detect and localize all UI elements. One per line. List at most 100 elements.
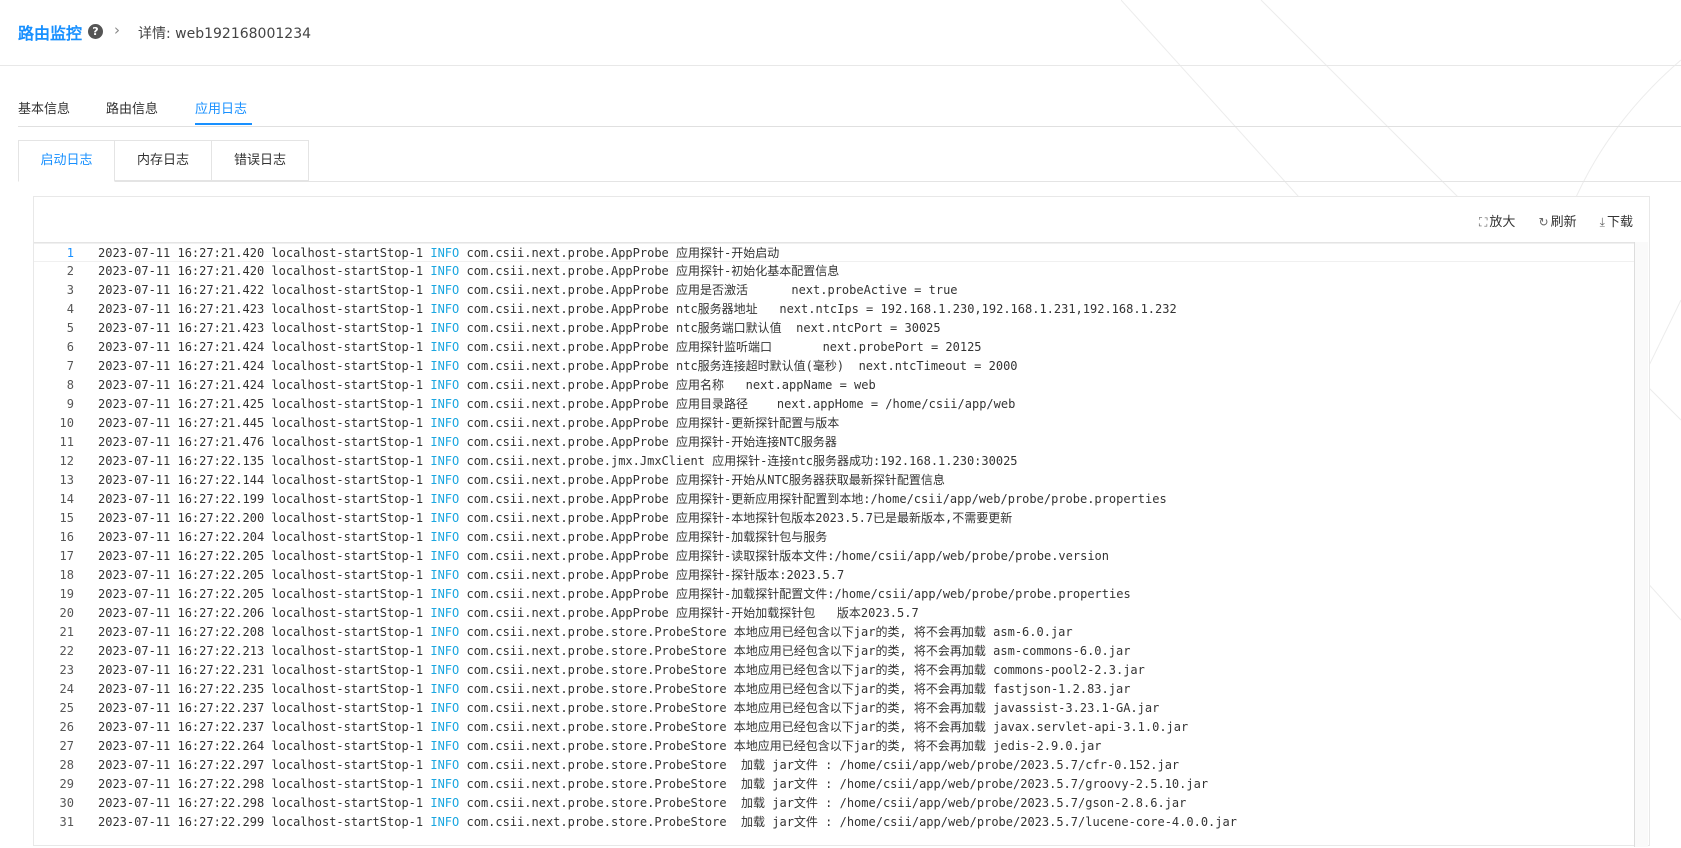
log-line: 4 2023-07-11 16:27:21.423 localhost-start… [34, 300, 1634, 319]
tab-basic-info[interactable]: 基本信息 [18, 98, 70, 117]
log-message: com.csii.next.probe.AppProbe 应用探针-初始化基本配… [459, 264, 840, 278]
log-message: com.csii.next.probe.AppProbe 应用探针-本地探针包版… [459, 511, 1013, 525]
breadcrumb-root[interactable]: 路由监控 [18, 20, 82, 44]
line-number: 4 [66, 302, 74, 316]
line-number: 2 [66, 264, 74, 278]
log-thread: localhost-startStop-1 [271, 340, 424, 354]
log-line: 26 2023-07-11 16:27:22.237 localhost-star… [34, 718, 1634, 737]
zoom-label: 放大 [1489, 215, 1516, 230]
log-level-badge: INFO [430, 246, 460, 260]
log-timestamp: 2023-07-11 16:27:22.208 [98, 625, 265, 639]
tab-route-info[interactable]: 路由信息 [106, 98, 158, 117]
download-icon: ⤓ [1599, 215, 1605, 229]
log-message: com.csii.next.probe.jmx.JmxClient 应用探针-连… [459, 454, 1018, 468]
log-thread: localhost-startStop-1 [271, 682, 424, 696]
log-thread: localhost-startStop-1 [271, 264, 424, 278]
log-message: com.csii.next.probe.AppProbe ntc服务连接超时默认… [459, 359, 1018, 373]
help-icon[interactable]: ? [88, 24, 103, 39]
log-line: 21 2023-07-11 16:27:22.208 localhost-star… [34, 623, 1634, 642]
log-text: 2023-07-11 16:27:22.213 localhost-startS… [98, 642, 1130, 661]
log-scrollbar[interactable] [1634, 242, 1648, 847]
line-number: 22 [59, 644, 74, 658]
line-number: 7 [66, 359, 74, 373]
log-timestamp: 2023-07-11 16:27:22.205 [98, 549, 265, 563]
tab-startup-log[interactable]: 启动日志 [18, 140, 115, 182]
log-line: 30 2023-07-11 16:27:22.298 localhost-star… [34, 794, 1634, 813]
log-thread: localhost-startStop-1 [271, 473, 424, 487]
log-level-badge: INFO [430, 283, 460, 297]
log-text: 2023-07-11 16:27:22.298 localhost-startS… [98, 794, 1186, 813]
log-thread: localhost-startStop-1 [271, 644, 424, 658]
log-timestamp: 2023-07-11 16:27:22.237 [98, 701, 265, 715]
line-number: 13 [59, 473, 74, 487]
log-text: 2023-07-11 16:27:21.423 localhost-startS… [98, 300, 1177, 319]
log-line: 27 2023-07-11 16:27:22.264 localhost-star… [34, 737, 1634, 756]
log-level-badge: INFO [430, 340, 460, 354]
download-button[interactable]: ⤓ 下载 [1600, 211, 1633, 230]
log-thread: localhost-startStop-1 [271, 530, 424, 544]
log-message: com.csii.next.probe.AppProbe 应用探针-读取探针版本… [459, 549, 1109, 563]
log-timestamp: 2023-07-11 16:27:22.200 [98, 511, 265, 525]
log-text: 2023-07-11 16:27:21.476 localhost-startS… [98, 433, 837, 452]
log-line: 18 2023-07-11 16:27:22.205 localhost-star… [34, 566, 1634, 585]
log-message: com.csii.next.probe.AppProbe 应用探针监听端口 ne… [459, 340, 982, 354]
line-number: 30 [59, 796, 74, 810]
log-thread: localhost-startStop-1 [271, 758, 424, 772]
log-text: 2023-07-11 16:27:22.205 localhost-startS… [98, 547, 1109, 566]
log-message: com.csii.next.probe.store.ProbeStore 本地应… [459, 663, 1145, 677]
log-message: com.csii.next.probe.AppProbe 应用探针-更新探针配置… [459, 416, 840, 430]
log-level-badge: INFO [430, 720, 460, 734]
log-level-badge: INFO [430, 473, 460, 487]
log-text: 2023-07-11 16:27:22.199 localhost-startS… [98, 490, 1167, 509]
log-text: 2023-07-11 16:27:22.231 localhost-startS… [98, 661, 1145, 680]
log-text: 2023-07-11 16:27:22.237 localhost-startS… [98, 699, 1159, 718]
log-level-badge: INFO [430, 606, 460, 620]
log-text: 2023-07-11 16:27:21.420 localhost-startS… [98, 244, 779, 263]
log-message: com.csii.next.probe.AppProbe 应用探针-开始启动 [459, 246, 780, 260]
log-message: com.csii.next.probe.store.ProbeStore 本地应… [459, 682, 1131, 696]
log-message: com.csii.next.probe.AppProbe 应用名称 next.a… [459, 378, 876, 392]
top-tab-bar: 基本信息 路由信息 应用日志 [18, 90, 1681, 127]
log-content[interactable]: 1 2023-07-11 16:27:21.420 localhost-start… [34, 242, 1634, 848]
log-text: 2023-07-11 16:27:22.205 localhost-startS… [98, 585, 1131, 604]
log-message: com.csii.next.probe.store.ProbeStore 加载 … [459, 796, 1187, 810]
log-message: com.csii.next.probe.AppProbe 应用探针-开始加载探针… [459, 606, 919, 620]
tab-memory-log[interactable]: 内存日志 [114, 140, 212, 181]
log-line: 11 2023-07-11 16:27:21.476 localhost-star… [34, 433, 1634, 452]
log-message: com.csii.next.probe.store.ProbeStore 加载 … [459, 777, 1209, 791]
log-message: com.csii.next.probe.store.ProbeStore 本地应… [459, 625, 1073, 639]
line-number: 24 [59, 682, 74, 696]
line-number: 26 [59, 720, 74, 734]
log-thread: localhost-startStop-1 [271, 568, 424, 582]
log-thread: localhost-startStop-1 [271, 302, 424, 316]
log-text: 2023-07-11 16:27:22.299 localhost-startS… [98, 813, 1237, 832]
log-line: 25 2023-07-11 16:27:22.237 localhost-star… [34, 699, 1634, 718]
log-timestamp: 2023-07-11 16:27:22.213 [98, 644, 265, 658]
log-timestamp: 2023-07-11 16:27:22.235 [98, 682, 265, 696]
zoom-button[interactable]: ⛶ 放大 [1479, 211, 1515, 230]
log-timestamp: 2023-07-11 16:27:22.298 [98, 777, 265, 791]
log-message: com.csii.next.probe.AppProbe ntc服务端口默认值 … [459, 321, 941, 335]
log-thread: localhost-startStop-1 [271, 587, 424, 601]
log-level-badge: INFO [430, 682, 460, 696]
log-text: 2023-07-11 16:27:21.445 localhost-startS… [98, 414, 839, 433]
log-message: com.csii.next.probe.AppProbe 应用探针-加载探针包与… [459, 530, 828, 544]
tab-app-log[interactable]: 应用日志 [195, 98, 247, 117]
log-level-badge: INFO [430, 264, 460, 278]
log-level-badge: INFO [430, 701, 460, 715]
log-timestamp: 2023-07-11 16:27:22.135 [98, 454, 265, 468]
log-thread: localhost-startStop-1 [271, 701, 424, 715]
refresh-button[interactable]: ↻ 刷新 [1539, 211, 1577, 230]
line-number: 29 [59, 777, 74, 791]
log-timestamp: 2023-07-11 16:27:22.264 [98, 739, 265, 753]
log-thread: localhost-startStop-1 [271, 378, 424, 392]
log-line: 19 2023-07-11 16:27:22.205 localhost-star… [34, 585, 1634, 604]
line-number: 18 [59, 568, 74, 582]
log-timestamp: 2023-07-11 16:27:22.205 [98, 587, 265, 601]
line-number: 10 [59, 416, 74, 430]
tab-error-log[interactable]: 错误日志 [211, 140, 309, 181]
log-timestamp: 2023-07-11 16:27:21.445 [98, 416, 265, 430]
log-level-badge: INFO [430, 492, 460, 506]
log-thread: localhost-startStop-1 [271, 397, 424, 411]
log-line: 23 2023-07-11 16:27:22.231 localhost-star… [34, 661, 1634, 680]
